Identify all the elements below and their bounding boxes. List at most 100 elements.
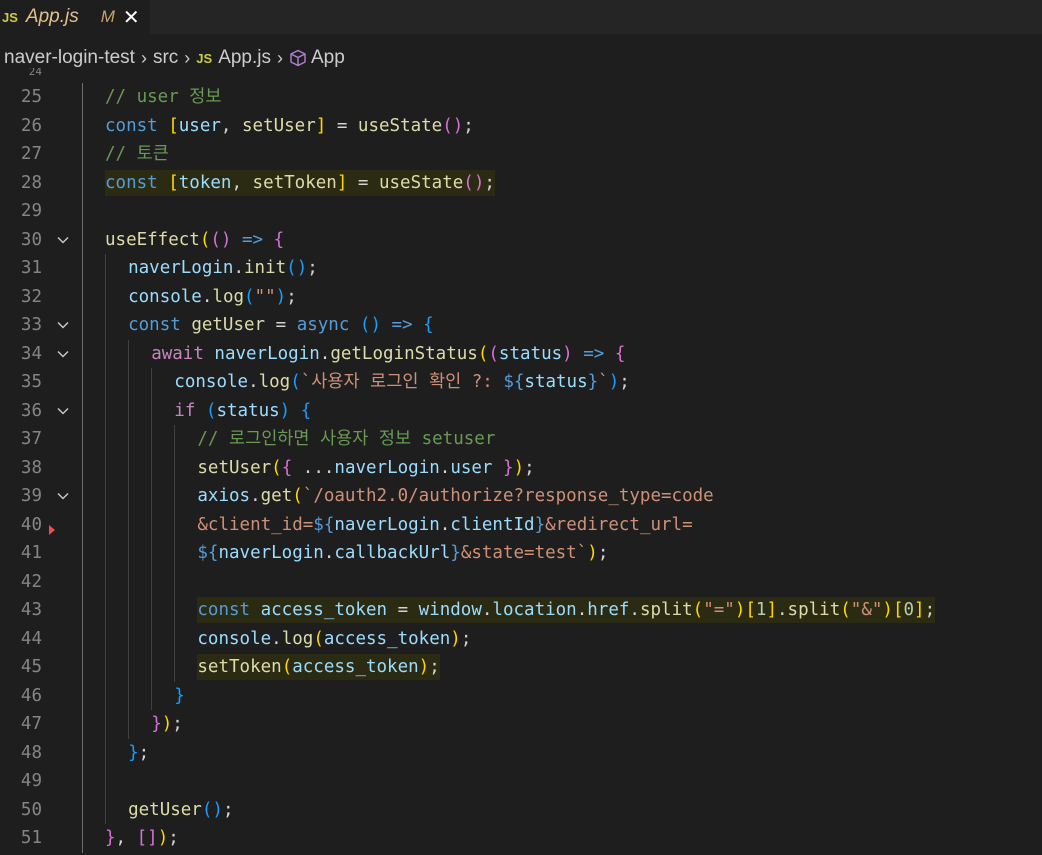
code-token: // user 정보 — [105, 87, 222, 107]
indent-guide — [105, 738, 107, 767]
code-token: access_token — [323, 628, 451, 649]
code-token: "&" — [850, 600, 883, 620]
code-token: &client_id= — [197, 514, 314, 535]
chevron-down-icon[interactable] — [56, 347, 70, 361]
code-token: [ — [892, 600, 904, 620]
breadcrumb-item-project[interactable]: naver-login-test — [4, 47, 135, 69]
breadcrumb-item-symbol[interactable]: App — [311, 47, 345, 69]
indent-guide — [82, 425, 83, 454]
indent-guide — [174, 624, 176, 653]
code-token: access_token — [292, 657, 419, 677]
indent-guide — [82, 111, 83, 140]
code-line: 31 naverLogin.init(); — [0, 254, 1042, 283]
line-number: 35 — [20, 372, 42, 392]
breadcrumb-item-file[interactable]: App.js — [218, 47, 271, 69]
code-token: const — [128, 315, 192, 335]
indent-guide — [82, 567, 83, 596]
code-token: axios — [197, 486, 251, 506]
code-token: => — [380, 315, 424, 335]
indent-guide — [105, 510, 107, 539]
indent-guide — [151, 482, 153, 511]
chevron-down-icon[interactable] — [56, 233, 70, 247]
code-token: ) — [418, 657, 430, 677]
code-token: () — [359, 315, 381, 335]
code-line: 29 — [0, 197, 1042, 226]
code-token: ) — [587, 543, 598, 563]
code-line: 43 const access_token = window.location.h… — [0, 596, 1042, 625]
code-token: ) — [157, 828, 169, 848]
chevron-down-icon[interactable] — [56, 318, 70, 332]
code-token: setUser — [197, 457, 272, 478]
code-text: getUser(); — [128, 796, 233, 824]
code-token: ( — [488, 343, 499, 364]
code-token: } — [105, 828, 116, 848]
code-token: () — [286, 258, 308, 278]
code-text: const access_token = window.location.hre… — [197, 596, 935, 624]
code-token: status — [216, 400, 280, 421]
code-token: setUser — [242, 115, 316, 136]
code-editor[interactable]: 25// user 정보 26 const [user, setUser] = us… — [0, 68, 1042, 855]
tab-app-js[interactable]: JS App.js M ✕ — [0, 0, 150, 34]
code-token: { — [423, 315, 434, 335]
code-token: } — [587, 372, 599, 392]
code-token: console — [197, 628, 272, 649]
code-line: 37 // 로그인하면 사용자 정보 setuser — [0, 425, 1042, 454]
indent-guide — [151, 510, 153, 539]
code-token: [] — [136, 828, 158, 848]
code-line: 51}, []); — [0, 824, 1042, 853]
indent-guide — [128, 681, 130, 710]
code-token: . — [323, 543, 335, 563]
indent-guide — [82, 795, 83, 824]
indent-guide — [105, 710, 107, 739]
chevron-down-icon[interactable] — [56, 489, 70, 503]
code-token: . — [319, 343, 331, 364]
code-token: . — [250, 486, 261, 506]
code-line: 49 — [0, 767, 1042, 796]
line-number: 30 — [20, 229, 42, 250]
code-text: // 토큰 — [105, 140, 169, 168]
code-token: window — [418, 600, 482, 620]
close-icon[interactable]: ✕ — [123, 5, 140, 30]
code-token: await — [151, 343, 215, 364]
line-number: 32 — [20, 286, 42, 307]
line-number: 45 — [20, 657, 42, 677]
line-number: 49 — [20, 771, 42, 791]
code-token: , — [231, 172, 253, 193]
indent-guide — [105, 653, 107, 682]
code-token: . — [777, 600, 788, 620]
code-line: 27 // 토큰 — [0, 140, 1042, 169]
breakpoint-marker[interactable] — [49, 525, 55, 535]
code-line: 46} — [0, 681, 1042, 710]
indent-guide — [82, 738, 83, 767]
code-token: } — [503, 457, 514, 478]
code-token: () — [201, 799, 223, 820]
chevron-down-icon[interactable] — [56, 404, 70, 418]
indent-guide — [174, 653, 176, 682]
indent-guide — [128, 453, 130, 482]
code-token: get — [260, 486, 293, 506]
code-token: ( — [244, 286, 255, 307]
indent-guide — [151, 567, 153, 596]
code-token: ; — [138, 742, 150, 763]
breadcrumb-item-src[interactable]: src — [153, 47, 178, 69]
indent-guide — [174, 425, 176, 454]
code-token: getUser — [128, 799, 202, 820]
indent-guide — [151, 425, 153, 454]
javascript-file-icon: JS — [2, 9, 18, 25]
code-token: { — [300, 400, 312, 421]
indent-guide — [82, 168, 83, 197]
code-token: setToken — [197, 657, 282, 677]
code-text: ${naverLogin.callbackUrl}&state=test`); — [197, 539, 608, 567]
indent-guide — [82, 83, 83, 112]
code-token: ${ — [313, 514, 335, 535]
code-token: clientId — [450, 514, 535, 535]
code-token: . — [439, 457, 451, 478]
code-line: 45 setToken(access_token); — [0, 653, 1042, 682]
indent-guide — [151, 653, 153, 682]
indent-guide — [82, 254, 83, 283]
code-line: 42 — [0, 567, 1042, 596]
code-token: const — [105, 115, 169, 136]
code-token: () — [463, 172, 485, 193]
code-token: [ — [168, 115, 179, 136]
code-token: = — [387, 600, 419, 620]
